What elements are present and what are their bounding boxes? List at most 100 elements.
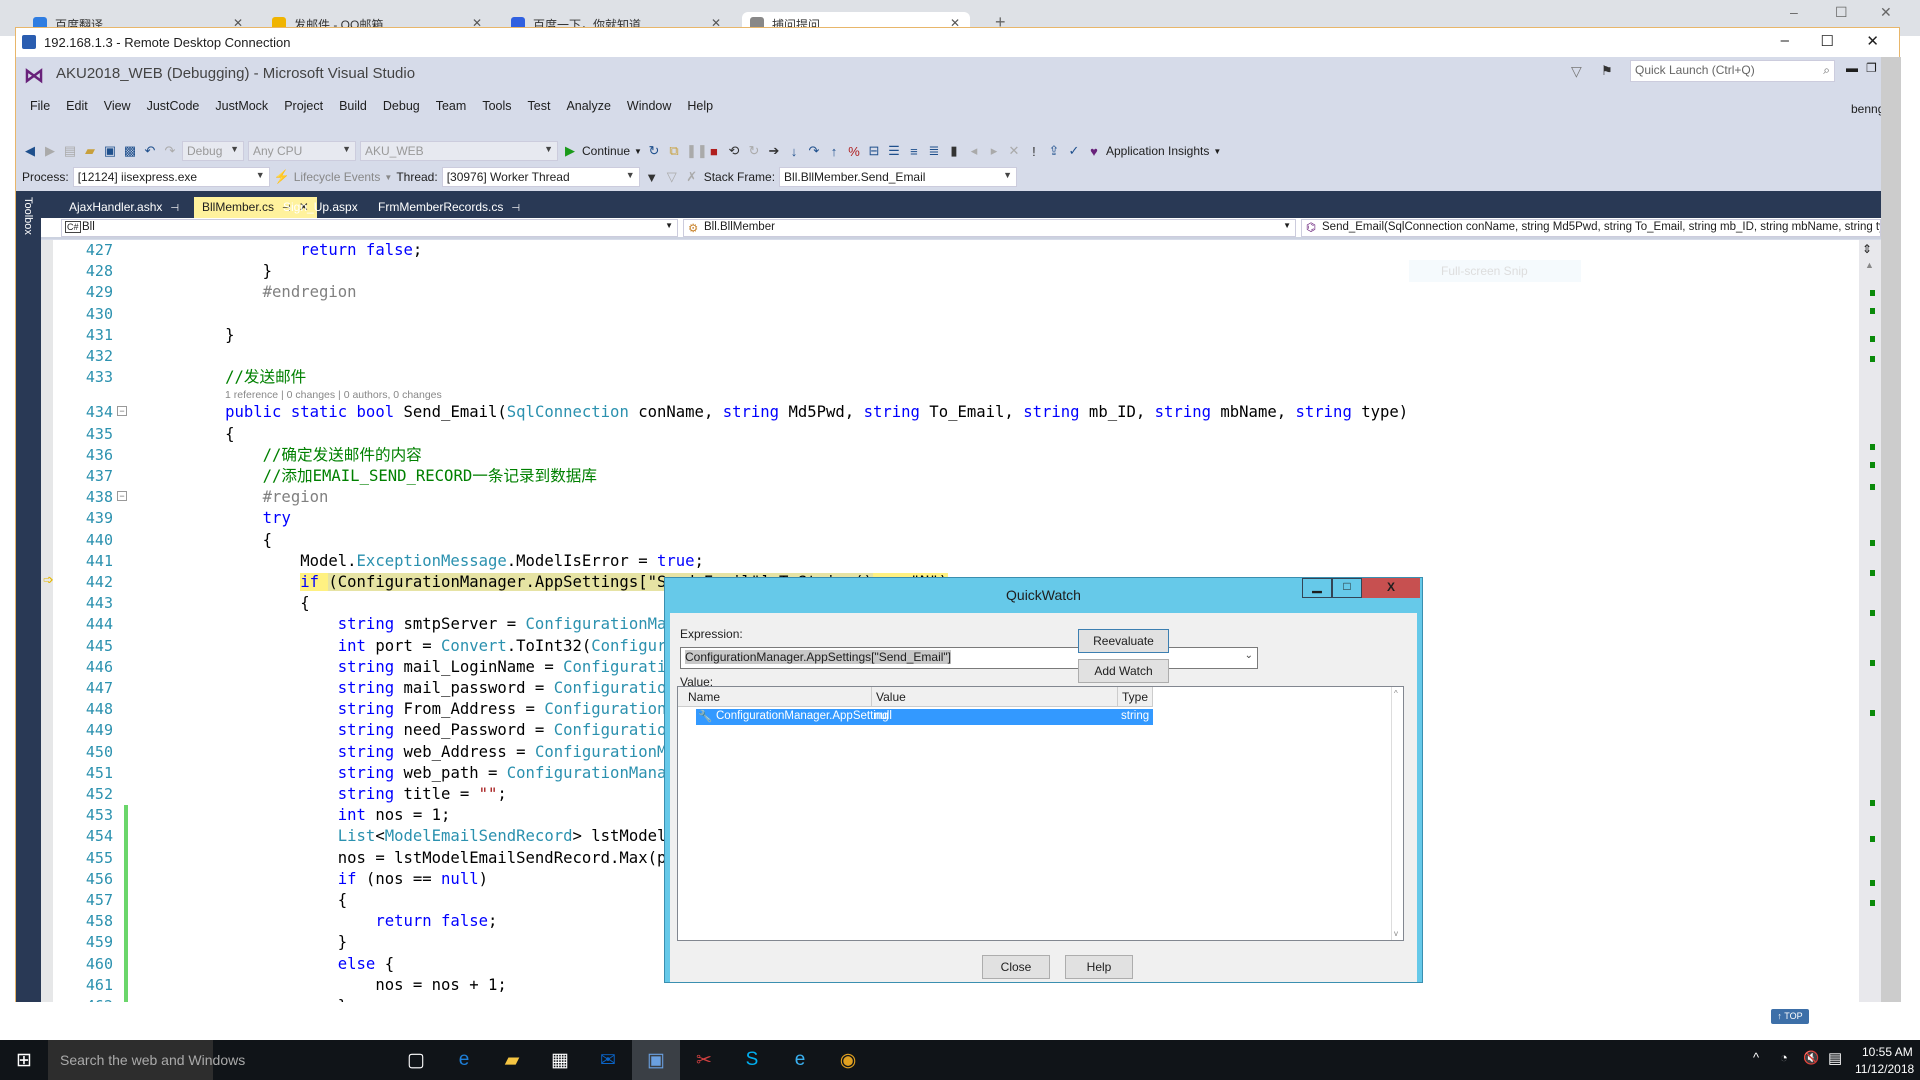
pin-icon[interactable]: ⊣ xyxy=(170,203,179,214)
uncomment-icon[interactable]: ≣ xyxy=(926,143,942,159)
platform-dropdown[interactable]: Any CPU ▼ xyxy=(248,141,356,161)
menu-team[interactable]: Team xyxy=(428,96,475,116)
menu-project[interactable]: Project xyxy=(276,96,331,116)
task-view-icon[interactable]: ▢ xyxy=(392,1040,440,1080)
clock-date[interactable]: 11/12/2018 xyxy=(1855,1062,1914,1076)
prev-bookmark-icon[interactable]: ◂ xyxy=(966,143,982,159)
open-file-icon[interactable]: ▰ xyxy=(82,143,98,159)
startup-project-dropdown[interactable]: AKU_WEB ▼ xyxy=(360,141,558,161)
clock-time[interactable]: 10:55 AM xyxy=(1862,1045,1913,1059)
browser-close-button[interactable]: ✕ xyxy=(1880,4,1892,21)
chrome-icon[interactable]: ◉ xyxy=(824,1040,872,1080)
toolbox-tab[interactable]: Toolbox xyxy=(16,191,41,1002)
overview-scrollbar[interactable]: ⇕ ▲ xyxy=(1859,240,1881,1002)
menu-justmock[interactable]: JustMock xyxy=(207,96,276,116)
pause-icon[interactable]: ❚❚ xyxy=(686,143,708,159)
menu-test[interactable]: Test xyxy=(520,96,559,116)
stack-frame-dropdown[interactable]: Bll.BllMember.Send_Email ▼ xyxy=(779,167,1018,187)
menu-tools[interactable]: Tools xyxy=(474,96,519,116)
quick-launch-input[interactable]: Quick Launch (Ctrl+Q) ⌕ xyxy=(1630,60,1835,82)
step-over-icon[interactable]: ↷ xyxy=(806,143,822,159)
browser-maximize-button[interactable]: ☐ xyxy=(1835,4,1848,21)
menu-window[interactable]: Window xyxy=(619,96,679,116)
file-explorer-icon[interactable]: ▰ xyxy=(488,1040,536,1080)
tab-frmmemberrecords-cs[interactable]: FrmMemberRecords.cs ⊣ xyxy=(370,197,528,218)
remote-desktop-icon[interactable]: ▣ xyxy=(632,1040,680,1080)
restart-icon[interactable]: ⟲ xyxy=(726,143,742,159)
grid-scrollbar[interactable]: ^ v xyxy=(1391,687,1403,940)
refresh-icon[interactable]: ↻ xyxy=(646,143,662,159)
play-icon[interactable]: ▶ xyxy=(562,143,578,159)
continue-button[interactable]: Continue xyxy=(582,144,630,158)
user-name[interactable]: benng xyxy=(1851,102,1881,116)
flag-threads-icon[interactable]: ✗ xyxy=(684,169,700,185)
thread-icon[interactable]: ⊟ xyxy=(866,143,882,159)
new-project-icon[interactable]: ▤ xyxy=(62,143,78,159)
column-header-value[interactable]: Value xyxy=(872,687,1118,707)
notifications-filter-icon[interactable]: ▽ xyxy=(1571,63,1582,80)
next-bookmark-icon[interactable]: ▸ xyxy=(986,143,1002,159)
search-input[interactable]: Search the web and Windows xyxy=(48,1040,245,1080)
menu-build[interactable]: Build xyxy=(331,96,375,116)
lightbulb-icon[interactable]: ♥ xyxy=(1086,144,1102,159)
clear-bookmarks-icon[interactable]: ✕ xyxy=(1006,143,1022,159)
column-header-type[interactable]: Type xyxy=(1118,687,1153,707)
windows-start-icon[interactable]: ⊞ xyxy=(0,1040,48,1080)
breakpoints-icon[interactable]: % xyxy=(846,144,862,159)
class-dropdown[interactable]: ⚙ Bll.BllMember ▼ xyxy=(683,219,1296,237)
member-dropdown[interactable]: ⌬ Send_Email(SqlConnection conName, strin… xyxy=(1301,219,1881,237)
rdc-minimize-button[interactable]: – xyxy=(1781,32,1789,49)
back-icon[interactable]: ◀ xyxy=(22,143,38,159)
thread-dropdown[interactable]: [30976] Worker Thread ▼ xyxy=(441,167,640,187)
snipping-tool-icon[interactable]: ✂ xyxy=(680,1040,728,1080)
solution-config-dropdown[interactable]: Debug ▼ xyxy=(182,141,244,161)
split-icon[interactable]: ⇕ xyxy=(1862,242,1872,256)
pin-icon[interactable]: ⊣ xyxy=(511,203,520,214)
rdc-maximize-button[interactable]: ☐ xyxy=(1821,32,1834,50)
save-all-icon[interactable]: ▩ xyxy=(122,143,138,159)
redo-icon[interactable]: ↷ xyxy=(162,143,178,159)
help-button[interactable]: Help xyxy=(1065,955,1133,979)
tab-sign-up-aspx[interactable]: Sign_Up.aspx xyxy=(275,197,366,218)
menu-file[interactable]: File xyxy=(22,96,58,116)
vs-minimize-button[interactable]: ▬ xyxy=(1846,61,1858,75)
scroll-down-icon[interactable]: v xyxy=(1394,929,1398,938)
menu-view[interactable]: View xyxy=(96,96,139,116)
edge-icon[interactable]: e xyxy=(440,1040,488,1080)
chevron-down-icon[interactable]: ⌄ xyxy=(1245,650,1253,661)
publish-icon[interactable]: ⇪ xyxy=(1046,143,1062,159)
browser-minimize-button[interactable]: – xyxy=(1790,4,1798,20)
menu-analyze[interactable]: Analyze xyxy=(558,96,618,116)
project-dropdown[interactable]: C# Bll ▼ xyxy=(61,219,678,237)
action-center-icon[interactable]: ▤ xyxy=(1828,1049,1842,1067)
rdc-vertical-scrollbar[interactable] xyxy=(1881,57,1901,1002)
menu-debug[interactable]: Debug xyxy=(375,96,428,116)
browser-link-icon[interactable]: ⧉ xyxy=(666,143,682,159)
rdc-close-button[interactable]: ✕ xyxy=(1866,32,1879,50)
vs-restore-button[interactable]: ❐ xyxy=(1866,61,1877,75)
menu-help[interactable]: Help xyxy=(679,96,721,116)
skype-icon[interactable]: S xyxy=(728,1040,776,1080)
scroll-up-icon[interactable]: ▲ xyxy=(1865,260,1874,270)
internet-explorer-icon[interactable]: e xyxy=(776,1040,824,1080)
exception-icon[interactable]: ! xyxy=(1026,144,1042,159)
stack-icon[interactable]: ☰ xyxy=(886,143,902,159)
reevaluate-button[interactable]: Reevaluate xyxy=(1078,629,1169,653)
show-hidden-icons[interactable]: ^ xyxy=(1753,1050,1759,1065)
store-icon[interactable]: ▦ xyxy=(536,1040,584,1080)
application-insights-button[interactable]: Application Insights xyxy=(1106,144,1209,158)
save-icon[interactable]: ▣ xyxy=(102,143,118,159)
collapse-icon[interactable]: − xyxy=(117,491,127,502)
checkin-icon[interactable]: ✓ xyxy=(1066,143,1082,159)
forward-icon[interactable]: ▶ xyxy=(42,143,58,159)
volume-muted-icon[interactable]: 🔇 xyxy=(1803,1050,1819,1066)
maximize-button[interactable]: □ xyxy=(1332,578,1362,598)
close-icon[interactable]: X xyxy=(1362,578,1420,598)
step-out-icon[interactable]: ↑ xyxy=(826,144,842,159)
outlook-icon[interactable]: ✉ xyxy=(584,1040,632,1080)
undo-icon[interactable]: ↶ xyxy=(142,143,158,159)
lifecycle-events-button[interactable]: Lifecycle Events xyxy=(294,170,381,184)
show-next-statement-icon[interactable]: ➔ xyxy=(766,143,782,159)
add-watch-button[interactable]: Add Watch xyxy=(1078,659,1169,683)
filter-clear-icon[interactable]: ▽ xyxy=(664,169,680,185)
